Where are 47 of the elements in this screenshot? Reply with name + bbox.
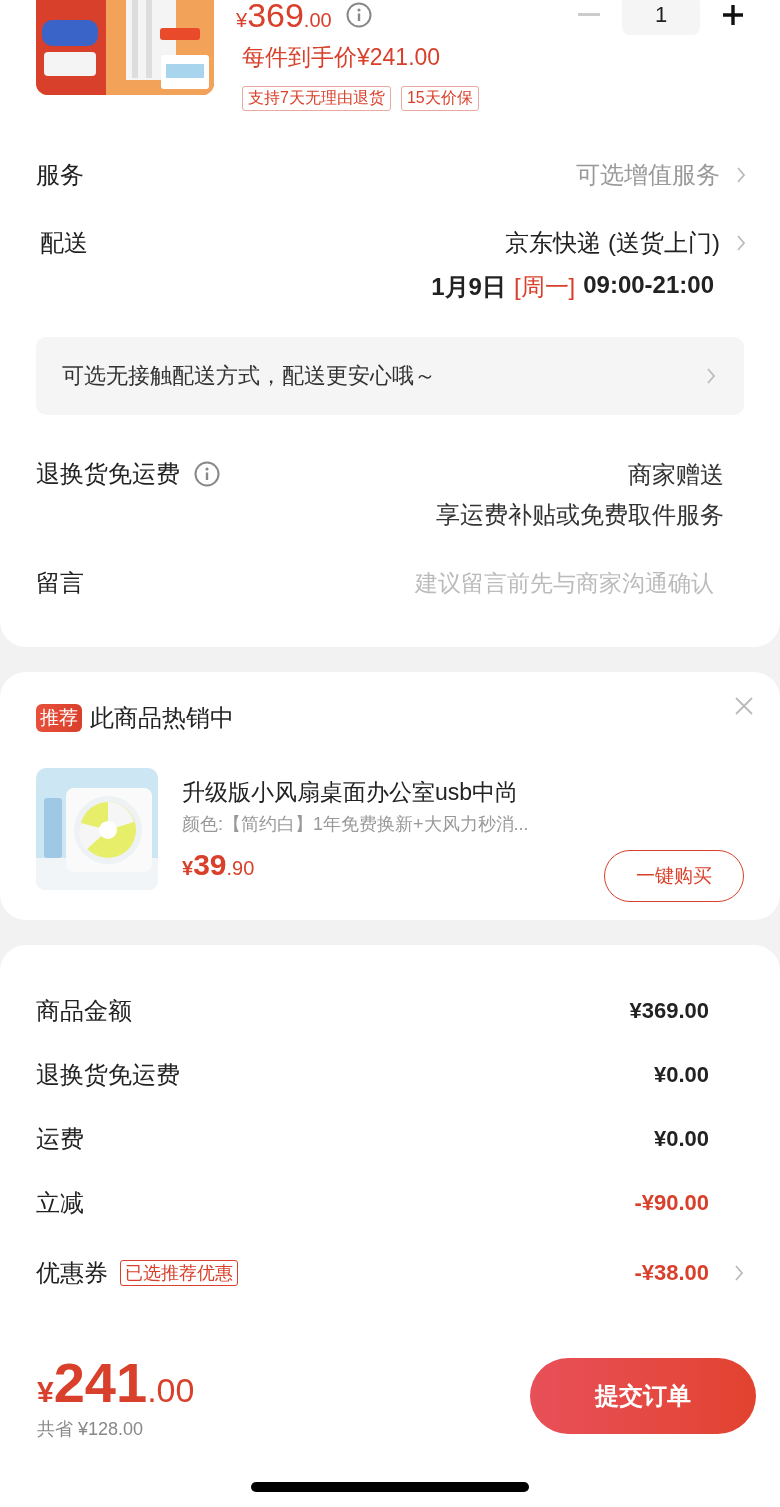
row-label: 立减 <box>36 1188 84 1218</box>
delivery-weekday: [周一] <box>513 272 576 302</box>
return-shipping-info: 商家赠送 <box>628 460 724 490</box>
amount-value: ¥0.00 <box>653 1062 709 1088</box>
row-label: 退换货免运费 <box>36 1060 180 1090</box>
amount-value: ¥0.00 <box>653 1126 709 1152</box>
row-label: 留言 <box>36 568 84 598</box>
row-label: 运费 <box>36 1124 84 1154</box>
chevron-icon <box>736 234 746 252</box>
info-icon <box>345 2 372 28</box>
recommend-badge: 推荐 <box>36 704 82 732</box>
total-price: ¥241.00 <box>37 1350 195 1415</box>
service-tag: 支持7天无理由退货 <box>242 86 391 111</box>
row-label: 优惠券 <box>36 1258 108 1288</box>
amount-value: -¥90.00 <box>634 1190 709 1216</box>
product-spec: 颜色:【简约白】1年免费换新+大风力秒消... <box>182 812 530 836</box>
row-label: 退换货免运费 <box>36 459 180 489</box>
close-icon[interactable] <box>734 696 754 716</box>
contactless-delivery-banner[interactable]: 可选无接触配送方式，配送更安心哦～ <box>36 337 744 415</box>
quantity-field[interactable]: 1 <box>622 0 700 35</box>
product-name[interactable]: 升级版小风扇桌面办公室usb中尚 <box>182 776 604 808</box>
submit-order-button[interactable]: 提交订单 <box>530 1357 756 1434</box>
minus-icon[interactable] <box>578 13 600 17</box>
message-field[interactable]: 建议留言前先与商家沟通确认 <box>314 569 714 597</box>
amount-value: ¥369.00 <box>629 998 709 1024</box>
row-label: 配送 <box>40 228 88 258</box>
product-price: ¥39.90 <box>182 847 256 882</box>
net-price: 每件到手价¥241.00 <box>242 43 442 72</box>
chevron-icon <box>706 367 716 385</box>
amount-value: -¥38.00 <box>634 1260 709 1286</box>
product-price: ¥369.00 <box>236 0 332 35</box>
buy-now-button[interactable]: 一键购买 <box>604 850 744 902</box>
row-label: 服务 <box>36 160 84 190</box>
row-label: 商品金额 <box>36 996 132 1026</box>
chevron-icon <box>734 1264 744 1282</box>
return-shipping-info: 享运费补贴或免费取件服务 <box>436 500 724 530</box>
delivery-method[interactable]: 京东快递 (送货上门) <box>505 227 720 259</box>
savings-text: 共省 ¥128.00 <box>37 1418 145 1441</box>
section-title: 此商品热销中 <box>90 703 234 733</box>
plus-icon[interactable] <box>722 4 744 26</box>
coupon-tag: 已选推荐优惠 <box>120 1260 238 1286</box>
info-icon <box>194 461 220 487</box>
delivery-date: 1月9日 <box>431 272 506 302</box>
delivery-time: 09:00-21:00 <box>583 271 714 300</box>
banner-text: 可选无接触配送方式，配送更安心哦～ <box>62 362 436 390</box>
chevron-icon <box>736 166 746 184</box>
service-tag: 15天价保 <box>400 86 479 111</box>
